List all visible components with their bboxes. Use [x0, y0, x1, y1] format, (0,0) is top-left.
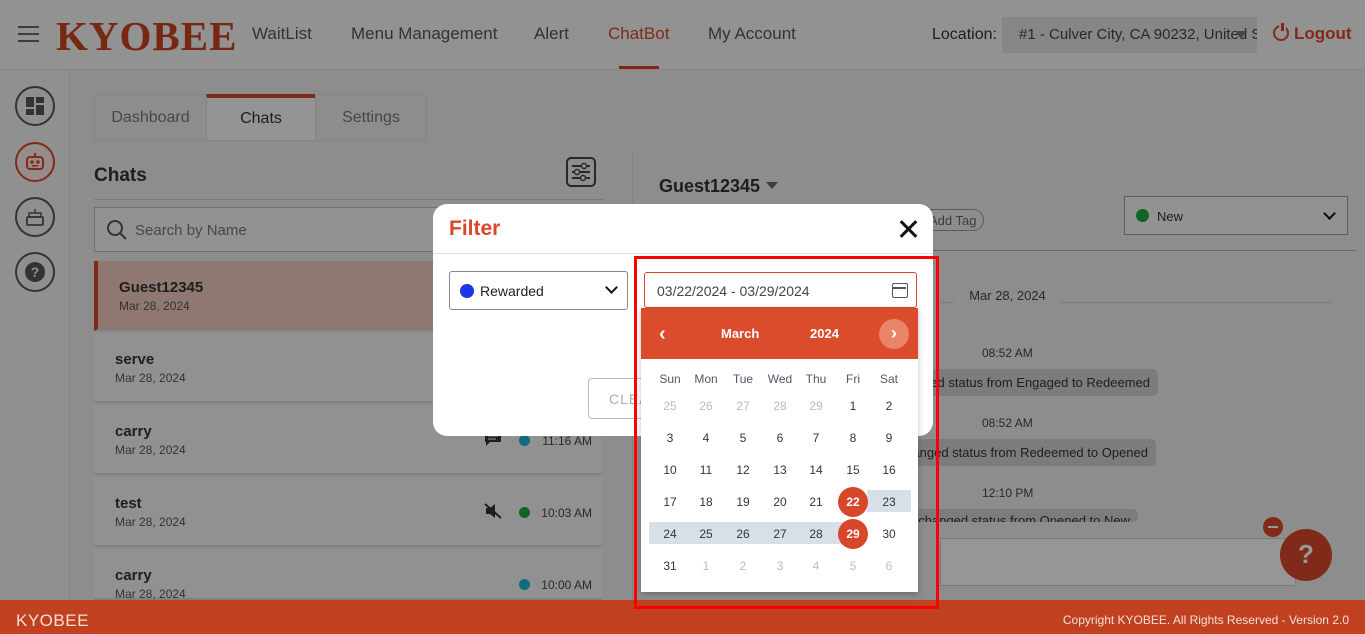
status-dot: [460, 284, 474, 298]
reward-status-value: Rewarded: [480, 283, 544, 299]
chevron-down-icon: [605, 281, 618, 294]
close-icon[interactable]: [897, 218, 919, 240]
footer-brand: KYOBEE: [16, 611, 89, 630]
modal-title: Filter: [449, 217, 501, 240]
footer-copyright: Copyright KYOBEE. All Rights Reserved - …: [1062, 613, 1349, 627]
highlight-frame: [634, 256, 939, 609]
reward-status-select[interactable]: Rewarded: [449, 271, 628, 310]
modal-divider: [433, 253, 933, 254]
